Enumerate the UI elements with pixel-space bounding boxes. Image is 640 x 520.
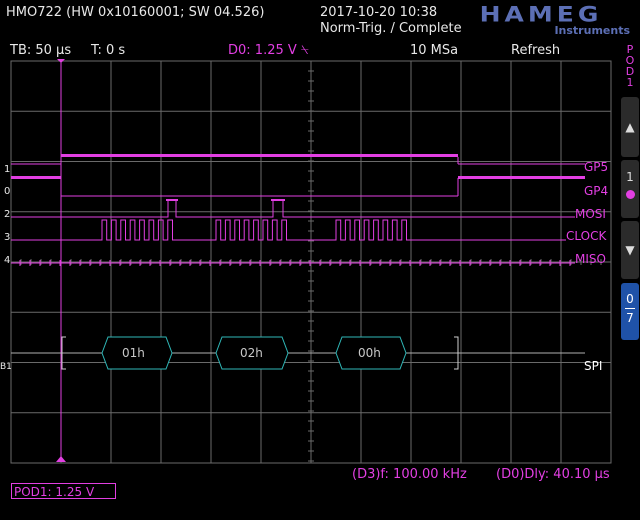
trace-gp5 [11,154,585,165]
spi-byte-value: 02h [240,346,263,360]
frequency-readout: (D3)f: 100.00 kHz [352,467,467,482]
spi-bus [11,336,585,370]
channel-marker-gp4: 0 [4,186,11,197]
trace-miso [11,260,575,266]
channel-marker-mosi: 2 [4,209,11,220]
scope-display [10,59,612,464]
pod-threshold[interactable]: POD1: 1.25 V [11,483,116,499]
signal-label-gp4: GP4 [584,184,609,198]
channel-marker-clock: 3 [4,232,11,243]
signal-label-gp5: GP5 [584,160,609,174]
signal-label-mosi: MOSI [575,207,606,221]
bus-marker: B1 [0,362,12,372]
spi-byte-value: 00h [358,346,381,360]
channel-marker-miso: 4 [4,255,11,266]
graticule [10,60,612,464]
spi-byte-value: 01h [122,346,145,360]
trace-gp4 [11,176,585,197]
signal-label-miso: MISO [575,252,606,266]
trace-clock [11,219,566,241]
trace-mosi [11,199,575,218]
channel-marker-gp5: 1 [4,164,11,175]
delay-readout: (D0)Dly: 40.10 µs [496,467,610,482]
bus-label: SPI [584,359,603,373]
signal-label-clock: CLOCK [566,229,607,243]
